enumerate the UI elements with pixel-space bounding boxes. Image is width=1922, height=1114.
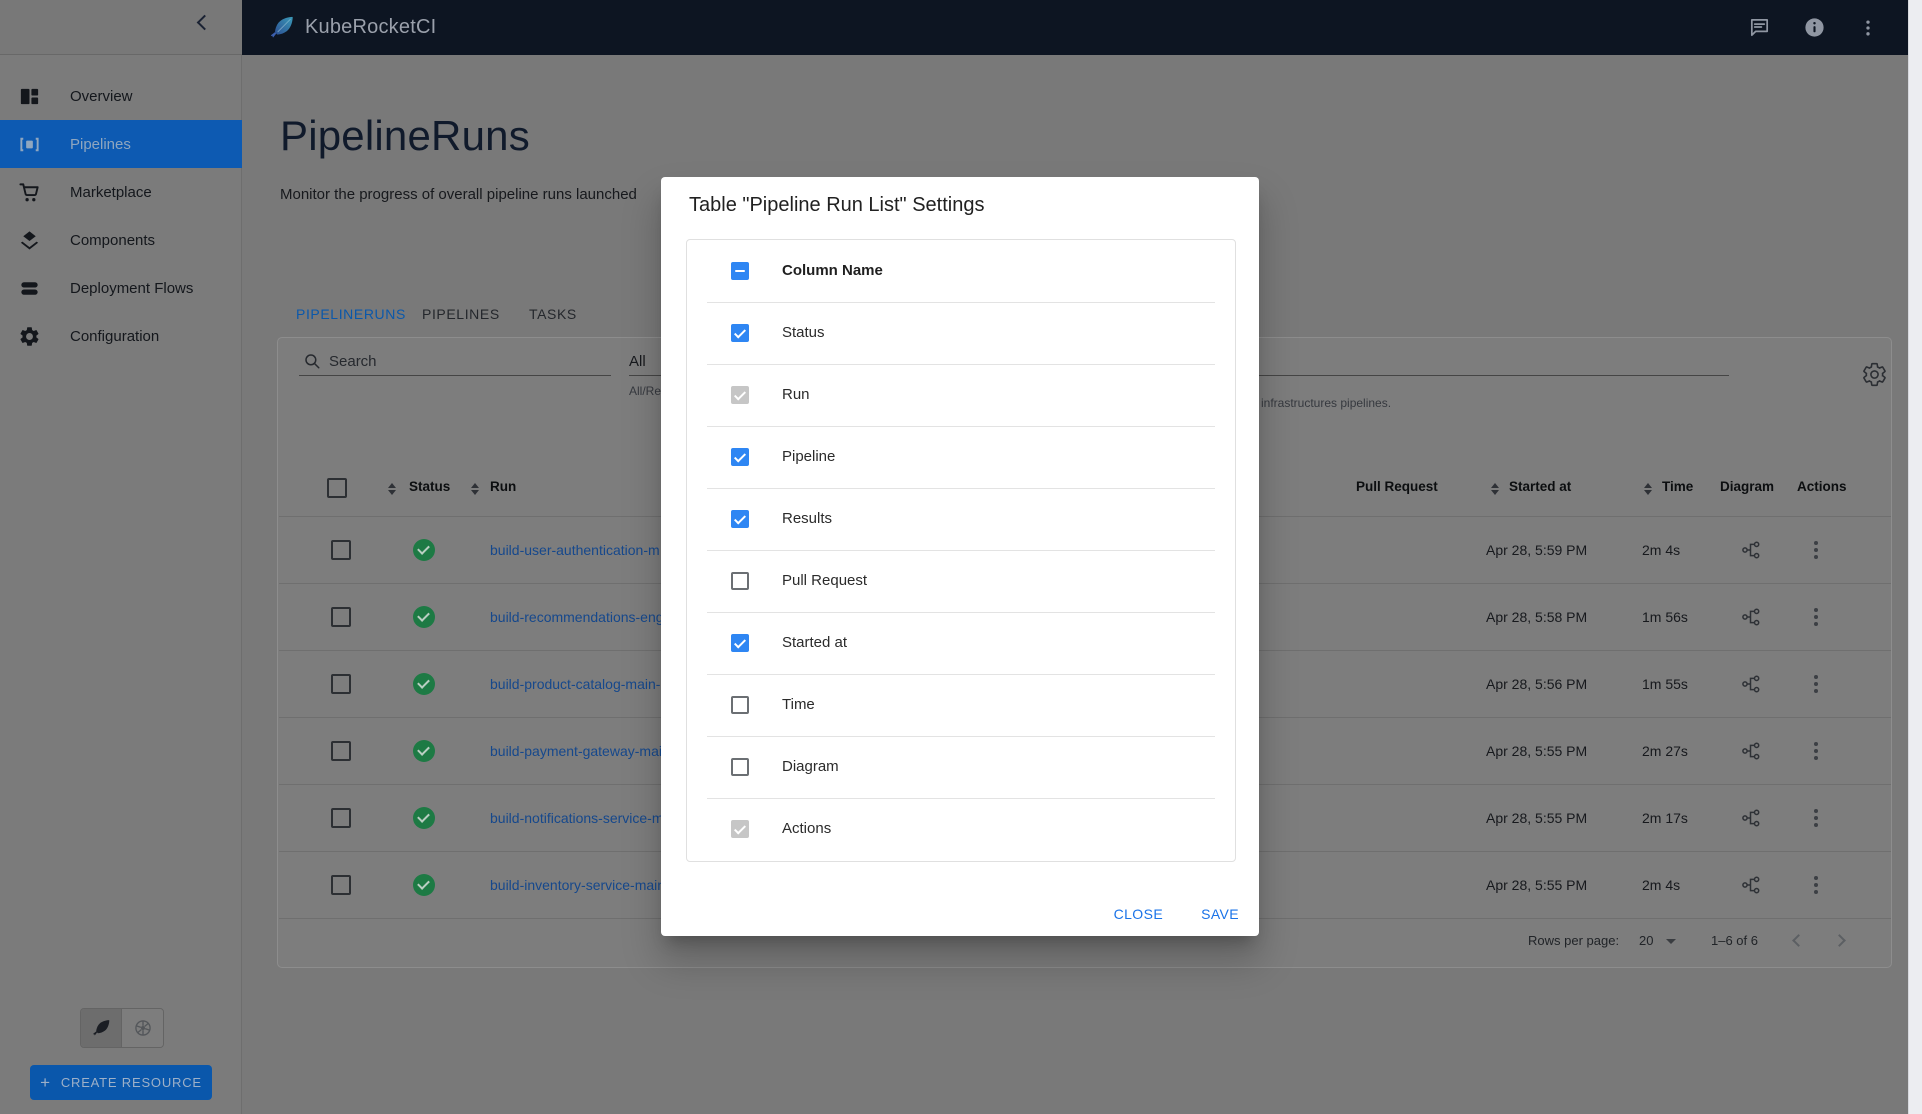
table-settings-dialog: Table "Pipeline Run List" Settings Colum… bbox=[661, 177, 1259, 936]
column-row-actions: Actions bbox=[687, 798, 1235, 860]
screen: KubeRocketCI Overview bbox=[0, 0, 1922, 1114]
pipeline-checkbox[interactable] bbox=[731, 448, 749, 466]
column-label: Pull Request bbox=[782, 572, 867, 589]
column-label: Diagram bbox=[782, 758, 839, 775]
column-label: Pipeline bbox=[782, 448, 835, 465]
column-name-header: Column Name bbox=[782, 262, 883, 279]
column-label: Run bbox=[782, 386, 810, 403]
column-label: Started at bbox=[782, 634, 847, 651]
column-row-pull-request: Pull Request bbox=[687, 550, 1235, 612]
close-button[interactable]: CLOSE bbox=[1114, 906, 1163, 922]
dialog-actions: CLOSE SAVE bbox=[1114, 906, 1239, 922]
column-label: Actions bbox=[782, 820, 831, 837]
column-list: Column Name Status Run Pipeline Results bbox=[686, 239, 1236, 862]
save-button[interactable]: SAVE bbox=[1201, 906, 1239, 922]
column-row-pipeline: Pipeline bbox=[687, 426, 1235, 488]
column-row-diagram: Diagram bbox=[687, 736, 1235, 798]
column-label: Status bbox=[782, 324, 825, 341]
results-checkbox[interactable] bbox=[731, 510, 749, 528]
diagram-checkbox[interactable] bbox=[731, 758, 749, 776]
status-checkbox[interactable] bbox=[731, 324, 749, 342]
column-row-run: Run bbox=[687, 364, 1235, 426]
actions-checkbox-disabled bbox=[731, 820, 749, 838]
pull-request-checkbox[interactable] bbox=[731, 572, 749, 590]
column-row-results: Results bbox=[687, 488, 1235, 550]
column-list-header-row: Column Name bbox=[687, 240, 1235, 302]
column-label: Time bbox=[782, 696, 815, 713]
run-checkbox-disabled bbox=[731, 386, 749, 404]
time-checkbox[interactable] bbox=[731, 696, 749, 714]
column-label: Results bbox=[782, 510, 832, 527]
column-row-started-at: Started at bbox=[687, 612, 1235, 674]
column-row-status: Status bbox=[687, 302, 1235, 364]
select-all-columns-checkbox[interactable] bbox=[731, 262, 749, 280]
column-row-time: Time bbox=[687, 674, 1235, 736]
dialog-title: Table "Pipeline Run List" Settings bbox=[689, 194, 984, 217]
started-at-checkbox[interactable] bbox=[731, 634, 749, 652]
